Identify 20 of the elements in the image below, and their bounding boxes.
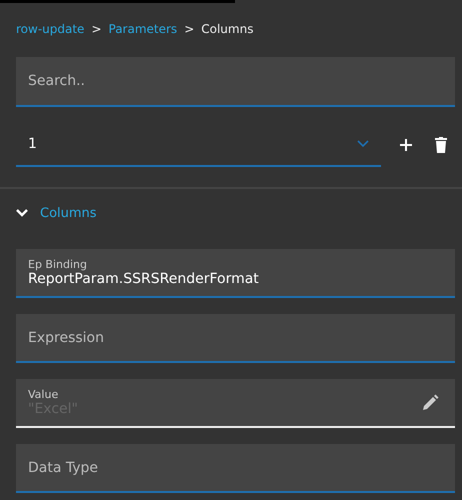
chevron-down-icon bbox=[16, 209, 28, 217]
section-header[interactable]: Columns bbox=[16, 189, 116, 237]
field-placeholder: Data Type bbox=[28, 460, 100, 476]
breadcrumb-link[interactable]: Parameters bbox=[108, 22, 178, 36]
breadcrumb-link[interactable]: row-update bbox=[16, 22, 84, 36]
search-field[interactable]: Search.. bbox=[16, 57, 455, 107]
breadcrumb-text: > bbox=[184, 22, 194, 36]
breadcrumb-text: > bbox=[91, 22, 102, 36]
field-value: ReportParam.SSRSRenderFormat bbox=[28, 271, 260, 287]
select-field[interactable]: 1 bbox=[16, 123, 381, 167]
input-field[interactable]: Expression bbox=[16, 314, 455, 363]
input-field[interactable]: Ep Binding ReportParam.SSRSRenderFormat bbox=[16, 249, 455, 298]
field-label: Ep Binding bbox=[28, 258, 88, 271]
breadcrumb-text: Columns bbox=[201, 22, 254, 36]
plus-icon bbox=[399, 138, 413, 152]
chevron-down-icon[interactable] bbox=[357, 140, 369, 148]
trash-icon bbox=[435, 137, 447, 153]
input-field[interactable]: Data Type bbox=[16, 444, 455, 493]
field-label: Value bbox=[28, 388, 60, 401]
field-placeholder: Expression bbox=[28, 330, 105, 346]
